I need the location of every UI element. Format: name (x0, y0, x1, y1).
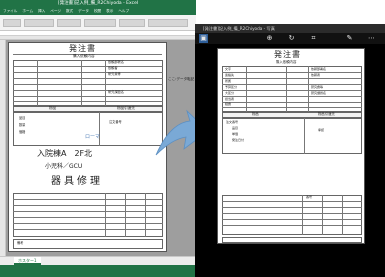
ribbon-group[interactable] (57, 19, 81, 27)
menu-help[interactable]: ヘルプ (118, 8, 129, 15)
destination-dept: 小児科／GCU (45, 163, 83, 170)
viewer-footer-box (222, 237, 362, 243)
edit-icon[interactable]: ✎ (345, 34, 354, 43)
viewer-right-label-requester: 依頼者 (311, 73, 321, 77)
viewer-left-label-6: 経費 (225, 102, 232, 106)
viewer-order-label-date: 発注日付 (232, 138, 245, 142)
viewer-form-title: 発注書 (274, 50, 301, 59)
footer-label-notes: 備考 (17, 241, 24, 245)
ribbon-group[interactable] (3, 19, 21, 27)
menu-insert[interactable]: 挿入 (38, 8, 45, 15)
menu-review[interactable]: 校閲 (94, 8, 101, 15)
viewer-goods-box (222, 118, 362, 154)
excel-ribbon (0, 15, 196, 31)
ribbon-group[interactable] (148, 19, 188, 27)
viewer-left-label-3: 予算区分 (225, 85, 238, 89)
viewer-form-page: 発注書 購入依頼内容 文字 連絡先 所属 予算区分 大区分 担当者 経費 依頼部… (217, 48, 365, 244)
viewer-section-delivery: 物品引渡先 (318, 112, 335, 116)
viewer-right-label-research: 研究課題名 (311, 91, 327, 95)
menu-page[interactable]: ページ (50, 8, 61, 15)
right-label-budget: 研究費等 (108, 72, 121, 76)
ribbon-group[interactable] (84, 19, 116, 27)
detail-label-item: 品目 (19, 116, 26, 120)
form-title: 発注書 (69, 44, 96, 53)
viewer-left-label-4: 大区分 (225, 91, 235, 95)
right-label-dept: 依頼部署名 (108, 60, 124, 64)
viewer-left-label-1: 連絡先 (225, 73, 235, 77)
goods-detail-box (13, 112, 163, 146)
more-icon[interactable]: ⋯ (367, 34, 376, 43)
sheet-tab[interactable]: ホスター1 (14, 257, 41, 265)
menu-data[interactable]: データ (78, 8, 89, 15)
menu-file[interactable]: ファイル (3, 8, 17, 15)
section-goods: 物品 (49, 106, 57, 110)
ribbon-group[interactable] (119, 19, 145, 27)
callout-label: ローマ (85, 134, 101, 140)
detail-label-qty: 数量 (19, 123, 26, 127)
viewer-order-label-unit: 単価 (232, 132, 239, 136)
viewer-footer-label-approval: 承認 (318, 128, 325, 132)
form-subtitle: 購入依頼内容 (73, 54, 95, 58)
menu-view[interactable]: 表示 (106, 8, 113, 15)
zoom-icon[interactable]: ⊕ (265, 34, 274, 43)
viewer-section-goods: 物品 (252, 112, 259, 116)
viewer-footer-label-number: 番号 (306, 195, 313, 199)
image-icon[interactable]: ▣ (199, 34, 208, 43)
viewer-left-label-5: 担当者 (225, 97, 235, 101)
crop-icon[interactable]: ⌗ (309, 34, 318, 43)
viewer-detail-label-item: 品目 (232, 126, 239, 130)
viewer-left-label-0: 文字 (225, 67, 232, 71)
viewer-left-label-2: 所属 (225, 79, 232, 83)
footer-box (13, 239, 163, 249)
ribbon-group[interactable] (24, 19, 54, 27)
destination-ward: 入院棟A 2F北 (37, 149, 93, 158)
right-label-research: 研究課題名 (108, 90, 124, 94)
viewer-order-label-number: 注文番号 (226, 120, 239, 124)
viewer-right-label-dept: 依頼部署名 (311, 67, 327, 71)
rotate-icon[interactable]: ↻ (287, 34, 296, 43)
excel-form-page: 発注書 購入依頼内容 依頼部署名 依頼者 研究費等 研究課題名 物品 物品引渡先… (8, 42, 167, 252)
sheet-tab-bar: ホスター1 (0, 256, 196, 265)
excel-title-bar: [発注書]記入例_備_R2Chiyoda - Excel (0, 0, 196, 8)
viewer-toolbar: ▣ ⊕ ↻ ⌗ ✎ ⋯ (195, 33, 385, 44)
viewer-title-bar: [発注書]記入例_備_R2Chiyoda - 写真 (195, 24, 385, 33)
order-label-number: 注文番号 (109, 120, 122, 124)
excel-side-note: ここ:データ転記 (168, 77, 195, 81)
menu-home[interactable]: ホーム (22, 8, 33, 15)
menu-formula[interactable]: 数式 (66, 8, 73, 15)
excel-menu-bar: ファイル ホーム 挿入 ページ 数式 データ 校閲 表示 ヘルプ (0, 8, 196, 15)
excel-status-bar (0, 265, 196, 277)
right-label-requester: 依頼者 (108, 66, 118, 70)
viewer-form-subtitle: 購入依頼内容 (276, 60, 297, 64)
viewer-right-label-budget: 研究費等 (311, 85, 324, 89)
detail-label-price: 価格 (19, 130, 26, 134)
item-name: 器具修理 (51, 176, 103, 187)
section-delivery: 物品引渡先 (117, 106, 135, 110)
